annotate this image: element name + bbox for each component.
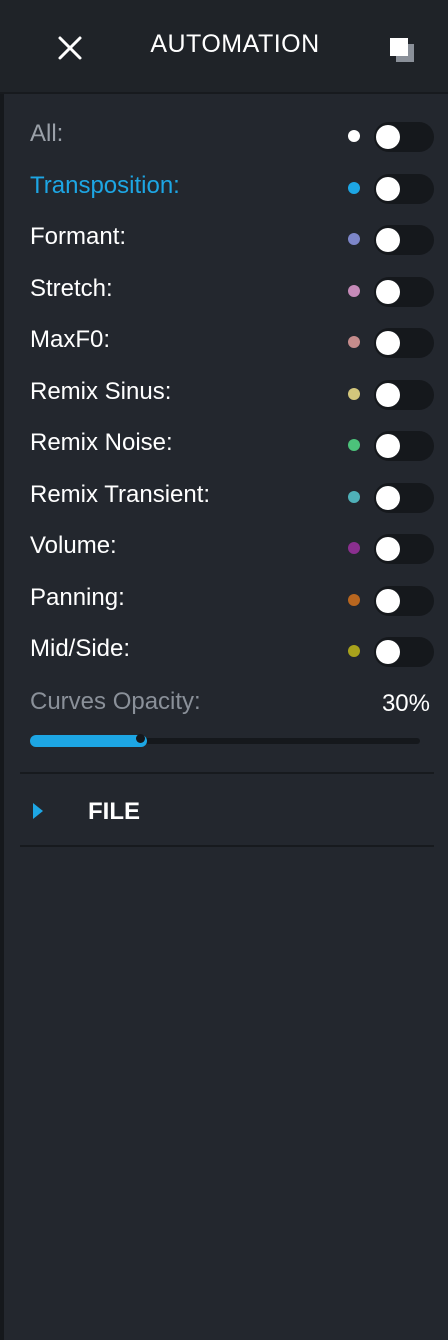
divider xyxy=(20,845,434,847)
curves-opacity-slider[interactable] xyxy=(30,734,420,747)
automation-visibility-toggle[interactable] xyxy=(374,637,434,667)
automation-row-label[interactable]: Formant: xyxy=(30,223,126,251)
curves-opacity-label: Curves Opacity: xyxy=(30,688,201,715)
automation-row: Transposition: xyxy=(0,162,448,214)
toggle-knob xyxy=(376,176,400,201)
toggle-knob xyxy=(376,537,400,561)
automation-visibility-toggle[interactable] xyxy=(374,328,434,358)
curve-color-dot xyxy=(348,181,360,194)
automation-row-label[interactable]: All: xyxy=(30,120,63,148)
automation-row: Formant: xyxy=(0,213,448,265)
curves-opacity-slider-fill xyxy=(30,735,147,747)
automation-row: Remix Sinus: xyxy=(0,368,448,420)
curve-color-dot xyxy=(348,284,360,297)
automation-visibility-toggle[interactable] xyxy=(374,122,434,152)
curve-color-dot xyxy=(348,387,360,400)
toggle-knob xyxy=(376,434,400,458)
curves-opacity-value: 30% xyxy=(381,690,430,717)
automation-row: MaxF0: xyxy=(0,316,448,368)
automation-row: Remix Noise: xyxy=(0,419,448,471)
automation-row-label[interactable]: Panning: xyxy=(30,584,125,612)
automation-row-label[interactable]: Stretch: xyxy=(30,275,113,303)
automation-row-label[interactable]: Remix Transient: xyxy=(30,481,210,509)
automation-visibility-toggle[interactable] xyxy=(374,379,434,410)
automation-visibility-toggle[interactable] xyxy=(374,482,434,513)
panel-title: AUTOMATION xyxy=(150,30,320,58)
curve-color-dot xyxy=(348,490,360,503)
automation-panel: AUTOMATION All: Transposition: Formant: Str… xyxy=(0,0,448,1340)
divider xyxy=(20,772,434,774)
curve-color-dot xyxy=(348,130,360,142)
automation-row-label[interactable]: Remix Noise: xyxy=(30,429,173,457)
curve-color-dot xyxy=(348,336,360,348)
close-icon xyxy=(58,36,82,60)
automation-visibility-toggle[interactable] xyxy=(374,225,434,255)
toggle-knob xyxy=(376,125,400,149)
automation-row-label[interactable]: Transposition: xyxy=(30,172,180,200)
automation-row-label[interactable]: Remix Sinus: xyxy=(30,378,171,406)
automation-visibility-toggle[interactable] xyxy=(374,534,434,564)
curves-opacity-control: Curves Opacity: 30% xyxy=(0,680,448,760)
toggle-knob xyxy=(376,640,400,664)
automation-list: All: Transposition: Formant: Stretch: MaxF0:… xyxy=(0,110,448,677)
automation-row: All: xyxy=(0,110,448,162)
curve-color-dot xyxy=(348,439,360,451)
curve-color-dot xyxy=(348,645,360,657)
automation-visibility-toggle[interactable] xyxy=(374,585,434,616)
curve-color-dot xyxy=(348,542,360,554)
automation-row: Panning: xyxy=(0,574,448,626)
detach-window-button[interactable] xyxy=(386,34,416,64)
chevron-right-icon xyxy=(32,802,44,820)
toggle-knob xyxy=(376,279,400,304)
automation-row: Volume: xyxy=(0,522,448,574)
toggle-knob xyxy=(376,382,400,407)
toggle-knob xyxy=(376,588,400,613)
automation-visibility-toggle[interactable] xyxy=(374,276,434,307)
automation-row-label[interactable]: MaxF0: xyxy=(30,326,110,354)
automation-visibility-toggle[interactable] xyxy=(374,431,434,461)
automation-visibility-toggle[interactable] xyxy=(374,173,434,204)
automation-row: Remix Transient: xyxy=(0,471,448,523)
detach-window-icon xyxy=(390,38,414,62)
toggle-knob xyxy=(376,228,400,252)
automation-row-label[interactable]: Mid/Side: xyxy=(30,635,130,663)
automation-row-label[interactable]: Volume: xyxy=(30,532,117,560)
curves-opacity-slider-handle[interactable] xyxy=(136,734,145,743)
file-section-label: FILE xyxy=(88,798,140,825)
toggle-knob xyxy=(376,485,400,510)
automation-row: Stretch: xyxy=(0,265,448,317)
curve-color-dot xyxy=(348,233,360,245)
curve-color-dot xyxy=(348,593,360,606)
toggle-knob xyxy=(376,331,400,355)
automation-row: Mid/Side: xyxy=(0,625,448,677)
close-button[interactable] xyxy=(50,28,90,68)
panel-header: AUTOMATION xyxy=(0,0,448,94)
file-section-toggle[interactable]: FILE xyxy=(0,780,448,842)
